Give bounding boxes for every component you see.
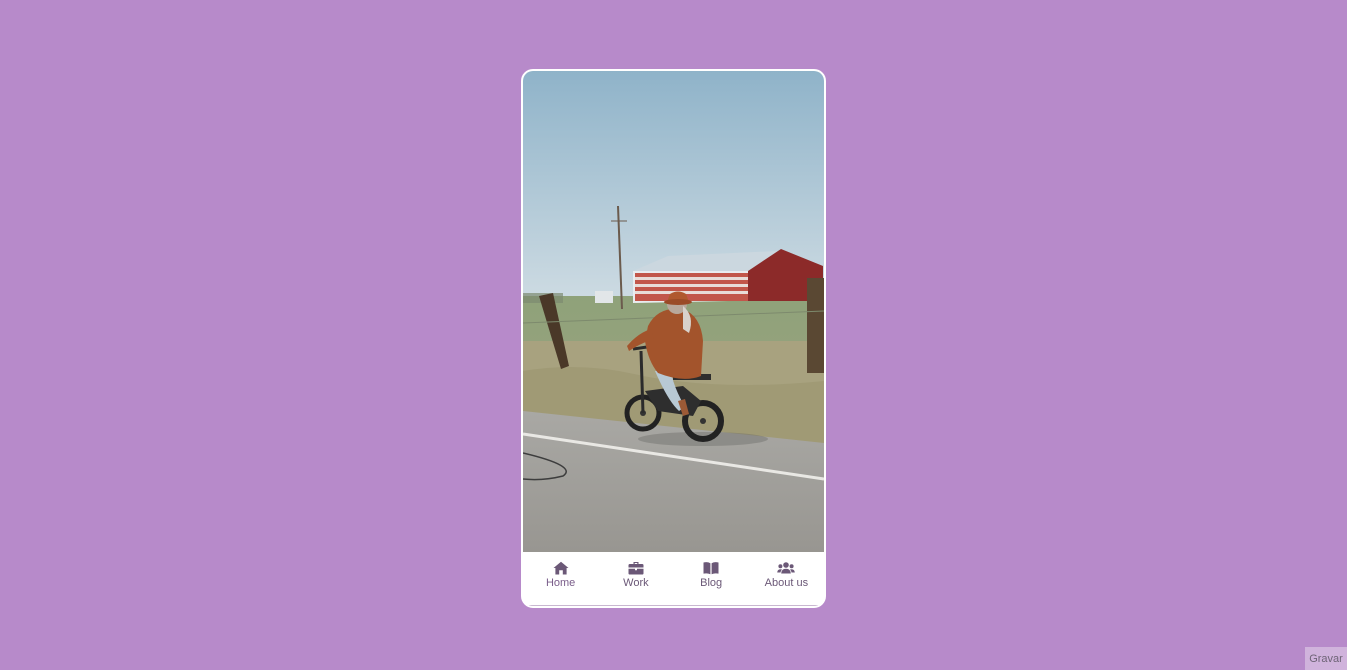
users-icon <box>777 562 796 574</box>
nav-item-home[interactable]: Home <box>523 552 598 605</box>
nav-label-about: About us <box>764 577 809 589</box>
bottom-navbar: Home Work Blog About us <box>523 552 824 606</box>
nav-label-blog: Blog <box>700 577 723 589</box>
nav-item-about[interactable]: About us <box>749 552 824 605</box>
nav-label-work: Work <box>623 577 649 589</box>
nav-item-work[interactable]: Work <box>598 552 673 605</box>
nav-item-blog[interactable]: Blog <box>674 552 749 605</box>
phone-frame: Home Work Blog About us <box>521 69 826 608</box>
briefcase-icon <box>628 562 644 575</box>
home-icon <box>553 561 569 575</box>
record-button[interactable]: Gravar <box>1305 647 1347 670</box>
nav-label-home: Home <box>545 577 576 589</box>
book-icon <box>703 562 719 575</box>
hero-photo <box>523 71 824 552</box>
